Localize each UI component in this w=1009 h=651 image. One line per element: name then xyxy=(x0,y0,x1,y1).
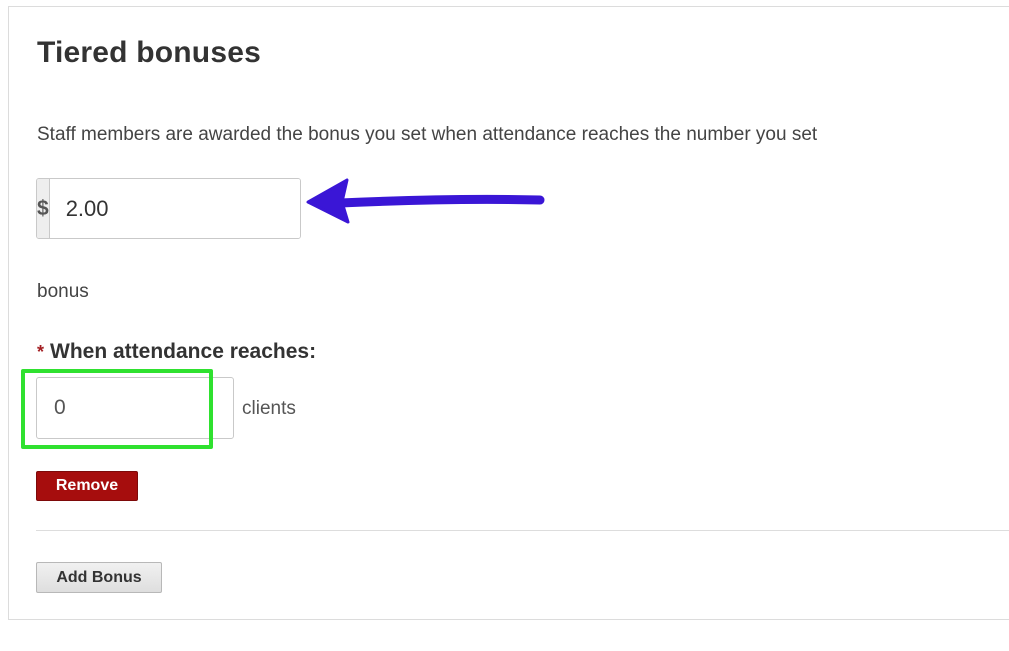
bonus-amount-input[interactable] xyxy=(49,179,300,238)
required-marker: * xyxy=(37,342,45,362)
annotation-arrow-icon xyxy=(306,178,545,224)
bonus-amount-group: $ xyxy=(36,178,301,239)
attendance-count-input[interactable] xyxy=(36,377,234,439)
currency-symbol: $ xyxy=(37,179,50,238)
section-divider xyxy=(36,530,1009,531)
add-bonus-button[interactable]: Add Bonus xyxy=(36,562,162,593)
tiered-bonuses-panel xyxy=(8,6,1009,620)
section-description: Staff members are awarded the bonus you … xyxy=(37,124,818,145)
bonus-label: bonus xyxy=(37,281,89,302)
remove-bonus-button[interactable]: Remove xyxy=(36,471,138,501)
clients-unit-label: clients xyxy=(242,398,296,419)
section-title: Tiered bonuses xyxy=(37,36,261,69)
attendance-label-row: * When attendance reaches: xyxy=(37,340,316,364)
attendance-label: When attendance reaches: xyxy=(50,340,317,363)
